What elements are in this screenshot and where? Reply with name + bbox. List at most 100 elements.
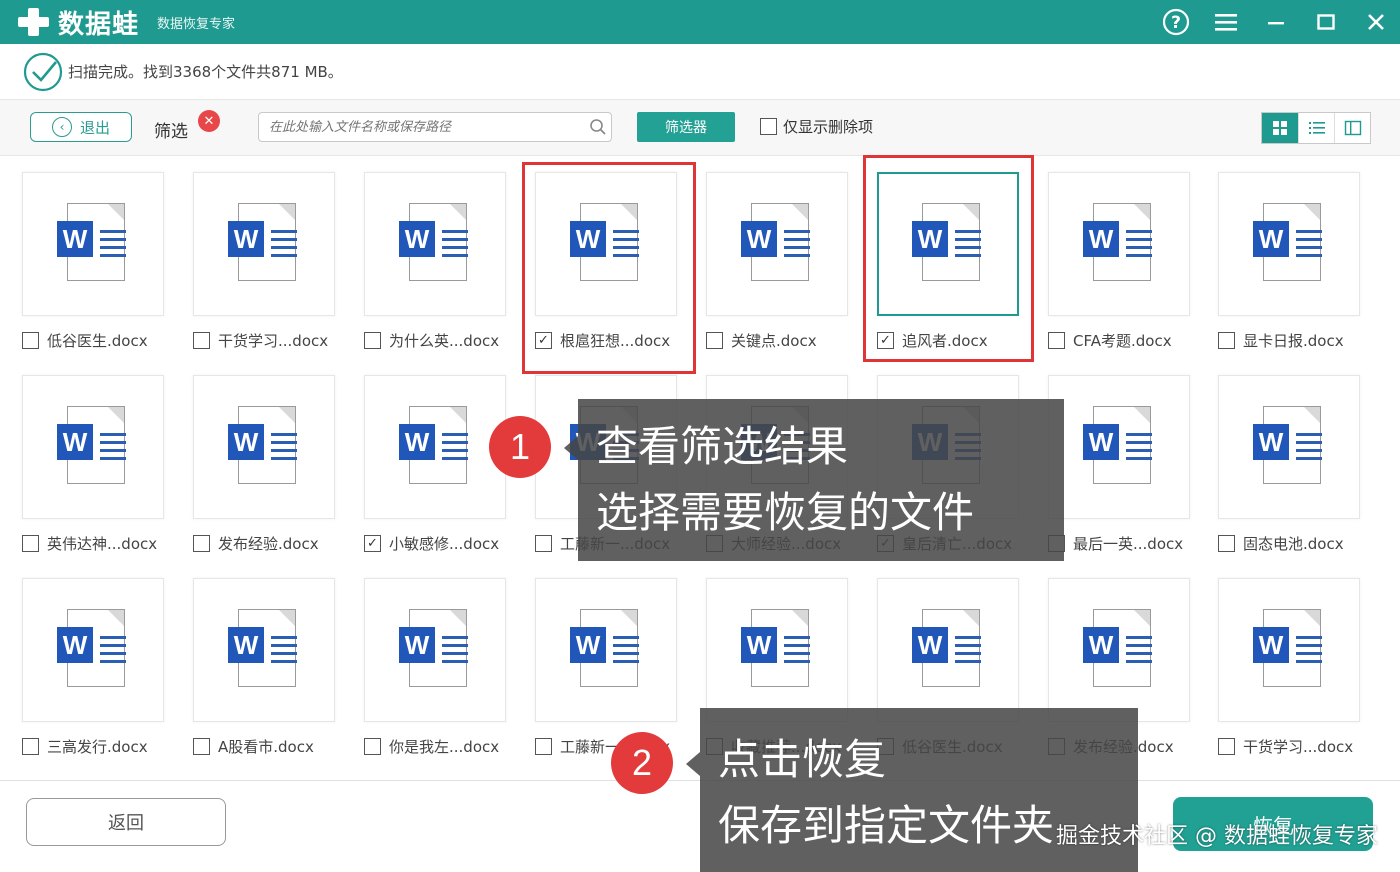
file-name: 干货学习...docx bbox=[1243, 738, 1354, 756]
file-thumbnail[interactable]: W bbox=[535, 578, 677, 722]
file-checkbox[interactable] bbox=[364, 738, 381, 755]
file-thumbnail[interactable]: W bbox=[193, 578, 335, 722]
file-card[interactable]: W 发布经验.docx bbox=[191, 361, 363, 553]
file-name: 根扈狂想...docx bbox=[560, 332, 671, 350]
file-name: 低谷医生.docx bbox=[47, 332, 148, 350]
file-thumbnail[interactable]: W bbox=[706, 172, 848, 316]
file-thumbnail[interactable]: W bbox=[877, 172, 1019, 316]
close-icon[interactable] bbox=[1362, 8, 1390, 36]
detail-view-icon[interactable] bbox=[1334, 113, 1370, 143]
file-card[interactable]: W 显卡日报.docx bbox=[1216, 158, 1388, 350]
toolbar: ‹ 退出 筛选 ✕ 筛选器 仅显示删除项 bbox=[0, 100, 1400, 156]
file-card[interactable]: W工藤新一...docx bbox=[533, 564, 705, 756]
search-input[interactable] bbox=[259, 119, 585, 135]
file-checkbox[interactable]: ✓ bbox=[535, 332, 552, 349]
file-checkbox[interactable] bbox=[1048, 332, 1065, 349]
step-1-badge: 1 bbox=[489, 416, 551, 478]
file-caption: 为什么英...docx bbox=[364, 330, 499, 351]
file-card[interactable]: W CFA考题.docx bbox=[1046, 158, 1218, 351]
file-thumbnail[interactable]: W bbox=[535, 172, 677, 316]
file-thumbnail[interactable]: W bbox=[1218, 172, 1360, 316]
grid-view-icon[interactable] bbox=[1262, 113, 1298, 143]
file-card[interactable]: W 干货学习...docx bbox=[1216, 564, 1388, 757]
file-checkbox[interactable] bbox=[1218, 332, 1235, 349]
file-name: 关键点.docx bbox=[731, 332, 817, 350]
file-card[interactable]: W ✓ 根扈狂想...docx bbox=[533, 158, 705, 350]
file-thumbnail[interactable]: W bbox=[1218, 375, 1360, 519]
file-checkbox[interactable] bbox=[1218, 535, 1235, 552]
file-thumbnail[interactable]: W bbox=[193, 172, 335, 316]
file-thumbnail[interactable]: W bbox=[1048, 578, 1190, 722]
only-deleted-label: 仅显示删除项 bbox=[783, 118, 874, 136]
back-button[interactable]: 返回 bbox=[26, 798, 226, 846]
view-mode-toggles bbox=[1261, 112, 1371, 144]
word-document-icon: W bbox=[912, 609, 984, 691]
list-view-icon[interactable] bbox=[1298, 113, 1334, 143]
file-checkbox[interactable] bbox=[22, 535, 39, 552]
step-2-badge: 2 bbox=[611, 732, 673, 794]
file-caption: ✓ 小敏感修...docx bbox=[364, 533, 499, 554]
word-document-icon: W bbox=[399, 609, 471, 691]
file-checkbox[interactable] bbox=[193, 332, 210, 349]
file-thumbnail[interactable]: W bbox=[22, 375, 164, 519]
clear-filter-icon[interactable]: ✕ bbox=[198, 110, 220, 132]
file-caption: 干货学习...docx bbox=[1218, 736, 1353, 757]
word-document-icon: W bbox=[1083, 203, 1155, 285]
file-card[interactable]: W 低谷医生.docx bbox=[20, 158, 192, 350]
search-icon[interactable] bbox=[585, 114, 611, 140]
file-checkbox[interactable]: ✓ bbox=[364, 535, 381, 552]
file-card[interactable]: W 固态电池.docx bbox=[1216, 361, 1388, 554]
file-thumbnail[interactable]: W bbox=[1218, 578, 1360, 722]
file-card[interactable]: W 你是我左...docx bbox=[362, 564, 534, 756]
file-name: 最后一英...docx bbox=[1073, 535, 1184, 553]
file-card[interactable]: W 最后一英...docx bbox=[1046, 361, 1218, 553]
file-name: A股看市.docx bbox=[218, 738, 314, 756]
file-checkbox[interactable] bbox=[22, 332, 39, 349]
file-checkbox[interactable]: ✓ bbox=[877, 332, 894, 349]
maximize-icon[interactable] bbox=[1312, 8, 1340, 36]
file-checkbox[interactable] bbox=[22, 738, 39, 755]
exit-button[interactable]: ‹ 退出 bbox=[30, 112, 132, 142]
menu-icon[interactable] bbox=[1212, 8, 1240, 36]
file-card[interactable]: W ✓ 追风者.docx bbox=[875, 158, 1047, 350]
file-thumbnail[interactable]: W bbox=[1048, 172, 1190, 316]
filterer-button[interactable]: 筛选器 bbox=[637, 112, 735, 142]
word-document-icon: W bbox=[399, 203, 471, 285]
file-caption: 干货学习...docx bbox=[193, 330, 328, 351]
app-logo: 数据蛙 数据恢复专家 bbox=[14, 4, 235, 41]
file-caption: 固态电池.docx bbox=[1218, 533, 1344, 554]
file-card[interactable]: W 关键点.docx bbox=[704, 158, 876, 350]
file-card[interactable]: W 为什么英...docx bbox=[362, 158, 534, 351]
file-card[interactable]: W 英伟达神...docx bbox=[20, 361, 192, 553]
file-thumbnail[interactable]: W bbox=[364, 578, 506, 722]
file-thumbnail[interactable]: W bbox=[22, 172, 164, 316]
tip-2-line-2: 保存到指定文件夹 bbox=[718, 801, 1055, 850]
file-checkbox[interactable] bbox=[193, 535, 210, 552]
file-checkbox[interactable] bbox=[535, 738, 552, 755]
only-deleted-toggle[interactable]: 仅显示删除项 bbox=[760, 116, 873, 137]
file-caption: CFA考题.docx bbox=[1048, 330, 1172, 351]
file-caption: 三高发行.docx bbox=[22, 736, 148, 757]
file-checkbox[interactable] bbox=[535, 535, 552, 552]
file-thumbnail[interactable]: W bbox=[364, 172, 506, 316]
word-document-icon: W bbox=[57, 203, 129, 285]
file-checkbox[interactable] bbox=[364, 332, 381, 349]
minimize-icon[interactable] bbox=[1262, 8, 1290, 36]
file-thumbnail[interactable]: W bbox=[364, 375, 506, 519]
help-icon[interactable]: ? bbox=[1162, 8, 1190, 36]
word-document-icon: W bbox=[57, 406, 129, 488]
file-checkbox[interactable] bbox=[1218, 738, 1235, 755]
file-thumbnail[interactable]: W bbox=[193, 375, 335, 519]
word-document-icon: W bbox=[228, 203, 300, 285]
logo-cross-icon bbox=[14, 4, 54, 40]
file-checkbox[interactable] bbox=[193, 738, 210, 755]
only-deleted-checkbox[interactable] bbox=[760, 118, 777, 135]
file-checkbox[interactable] bbox=[706, 332, 723, 349]
file-card[interactable]: W A股看市.docx bbox=[191, 564, 363, 756]
file-thumbnail[interactable]: W bbox=[706, 578, 848, 722]
file-thumbnail[interactable]: W bbox=[877, 578, 1019, 722]
file-card[interactable]: W 干货学习...docx bbox=[191, 158, 363, 351]
file-card[interactable]: W 三高发行.docx bbox=[20, 564, 192, 757]
file-thumbnail[interactable]: W bbox=[1048, 375, 1190, 519]
file-thumbnail[interactable]: W bbox=[22, 578, 164, 722]
